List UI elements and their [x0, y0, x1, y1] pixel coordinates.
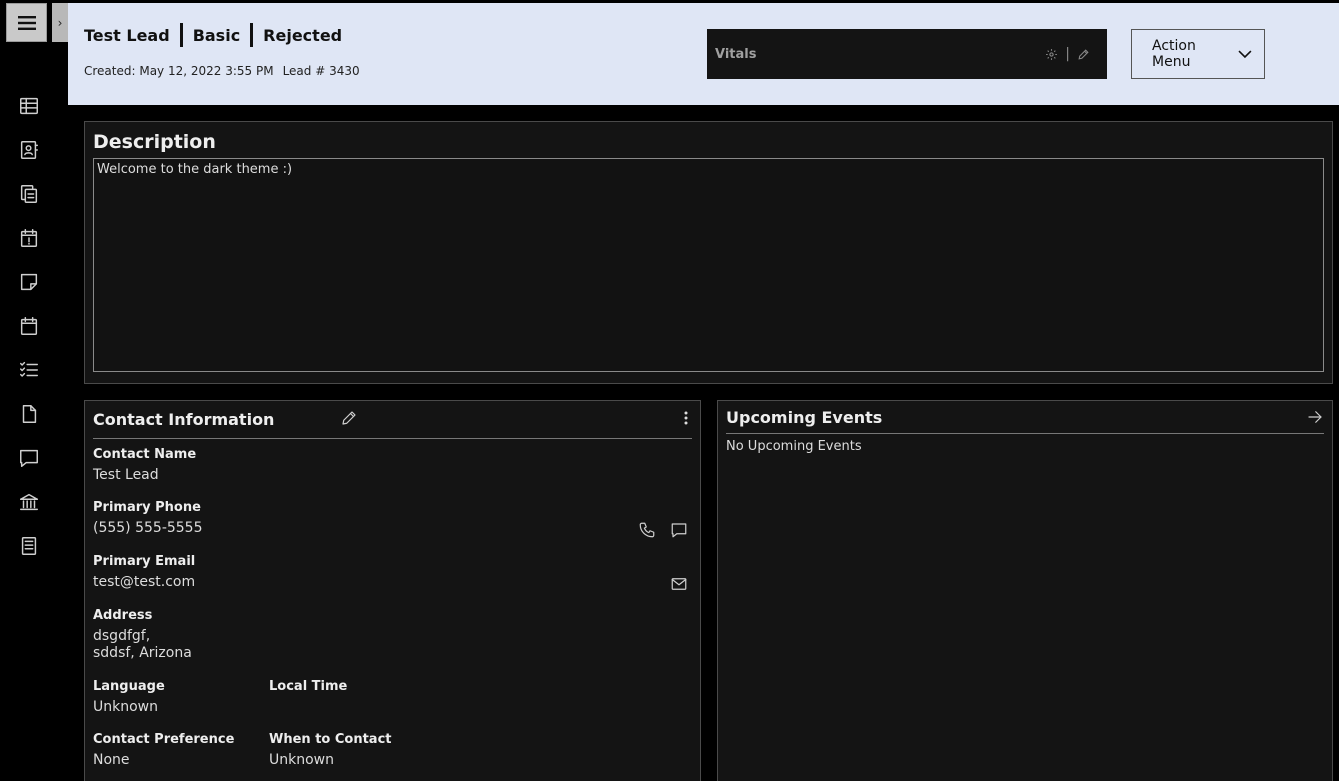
text-message-button[interactable] [669, 520, 689, 540]
pencil-icon[interactable] [1077, 48, 1090, 61]
checklist-icon [20, 361, 38, 377]
chevron-right-icon: › [57, 15, 63, 30]
field-value: None [93, 752, 130, 768]
sidebar-item-documents[interactable] [16, 181, 42, 207]
sidebar-item-messages[interactable] [16, 445, 42, 471]
phone-icon [639, 522, 655, 538]
events-panel-title: Upcoming Events [726, 407, 883, 427]
book-icon [21, 537, 37, 555]
upcoming-events-panel: Upcoming Events No Upcoming Events [717, 400, 1333, 781]
contact-card-icon [20, 141, 38, 159]
pencil-icon[interactable] [340, 409, 358, 427]
events-panel-header: Upcoming Events [726, 401, 1324, 434]
chat-icon [671, 523, 687, 538]
no-events-message: No Upcoming Events [726, 439, 862, 454]
lead-number: Lead # 3430 [282, 64, 360, 78]
sidebar-item-calendar[interactable] [16, 313, 42, 339]
more-vertical-icon[interactable] [684, 411, 688, 425]
field-label: Address [93, 608, 153, 623]
sidebar-item-reminders[interactable] [16, 225, 42, 251]
chevron-down-icon [1238, 50, 1252, 59]
field-value: Unknown [93, 699, 158, 715]
gear-icon[interactable] [1045, 48, 1058, 61]
sidebar-item-tasks[interactable] [16, 357, 42, 383]
vitals-bar: Vitals | [707, 29, 1107, 79]
field-label: Contact Name [93, 447, 197, 462]
contact-preference-field: Contact Preference None [93, 732, 234, 769]
hamburger-menu-button[interactable] [6, 3, 47, 42]
description-panel: Description Welcome to the dark theme :) [84, 121, 1333, 384]
contact-panel-title: Contact Information [93, 410, 275, 429]
action-menu-button[interactable]: Action Menu [1131, 29, 1265, 79]
when-to-contact-field: When to Contact Unknown [269, 732, 392, 769]
arrow-right-icon[interactable] [1306, 408, 1324, 426]
address-line-1: dsgdfgf, [93, 628, 151, 644]
field-label: Primary Phone [93, 500, 201, 515]
note-icon [20, 273, 38, 291]
lead-status: Rejected [263, 25, 343, 45]
vitals-label: Vitals [715, 46, 757, 62]
contact-information-panel: Contact Information Contact Name Test Le… [84, 400, 701, 781]
field-value: test@test.com [93, 574, 196, 590]
action-menu-label: Action Menu [1152, 38, 1196, 70]
field-value: (555) 555-5555 [93, 520, 203, 536]
bank-icon [20, 493, 38, 511]
sidebar-item-contacts[interactable] [16, 137, 42, 163]
contact-name-field: Contact Name Test Lead [93, 447, 196, 484]
sidebar-item-finance[interactable] [16, 489, 42, 515]
address-line-2: sddsf, Arizona [93, 645, 192, 661]
vitals-separator: | [1065, 46, 1070, 62]
description-textarea[interactable]: Welcome to the dark theme :) [93, 158, 1324, 372]
chat-icon [20, 449, 38, 467]
field-label: Language [93, 679, 165, 694]
lead-title-row: Test Lead Basic Rejected [84, 23, 342, 47]
local-time-field: Local Time [269, 679, 347, 699]
sidebar: › [0, 0, 68, 781]
primary-email-field: Primary Email test@test.com [93, 554, 195, 591]
lead-name: Test Lead [84, 25, 170, 45]
lead-meta: Created: May 12, 2022 3:55 PM Lead # 343… [84, 64, 360, 78]
lead-type: Basic [192, 25, 241, 45]
table-icon [20, 97, 38, 115]
created-date: Created: May 12, 2022 3:55 PM [84, 64, 274, 78]
main-content: Description Welcome to the dark theme :)… [68, 105, 1339, 781]
sidebar-item-table[interactable] [16, 93, 42, 119]
call-button[interactable] [637, 520, 657, 540]
calendar-alert-icon [20, 229, 38, 247]
primary-phone-field: Primary Phone (555) 555-5555 [93, 500, 203, 537]
field-value: Test Lead [93, 467, 159, 483]
calendar-icon [20, 317, 38, 335]
sidebar-item-files[interactable] [16, 401, 42, 427]
email-button[interactable] [669, 574, 689, 594]
contact-panel-header: Contact Information [93, 401, 692, 439]
sidebar-item-library[interactable] [16, 533, 42, 559]
language-field: Language Unknown [93, 679, 165, 716]
lead-header: Test Lead Basic Rejected Created: May 12… [68, 3, 1339, 105]
field-value: Unknown [269, 752, 334, 768]
sidebar-expand-button[interactable]: › [52, 3, 68, 42]
copy-icon [20, 185, 38, 203]
title-separator [179, 23, 183, 47]
file-icon [22, 405, 37, 423]
field-label: Contact Preference [93, 732, 235, 747]
vitals-tools: | [1045, 46, 1099, 62]
hamburger-icon [17, 15, 36, 30]
field-label: Primary Email [93, 554, 196, 569]
field-label: When to Contact [269, 732, 392, 747]
field-label: Local Time [269, 679, 348, 694]
sidebar-item-notes[interactable] [16, 269, 42, 295]
address-field: Address dsgdfgf, sddsf, Arizona [93, 608, 192, 662]
mail-icon [671, 578, 687, 590]
title-separator [250, 23, 254, 47]
description-title: Description [93, 131, 216, 153]
